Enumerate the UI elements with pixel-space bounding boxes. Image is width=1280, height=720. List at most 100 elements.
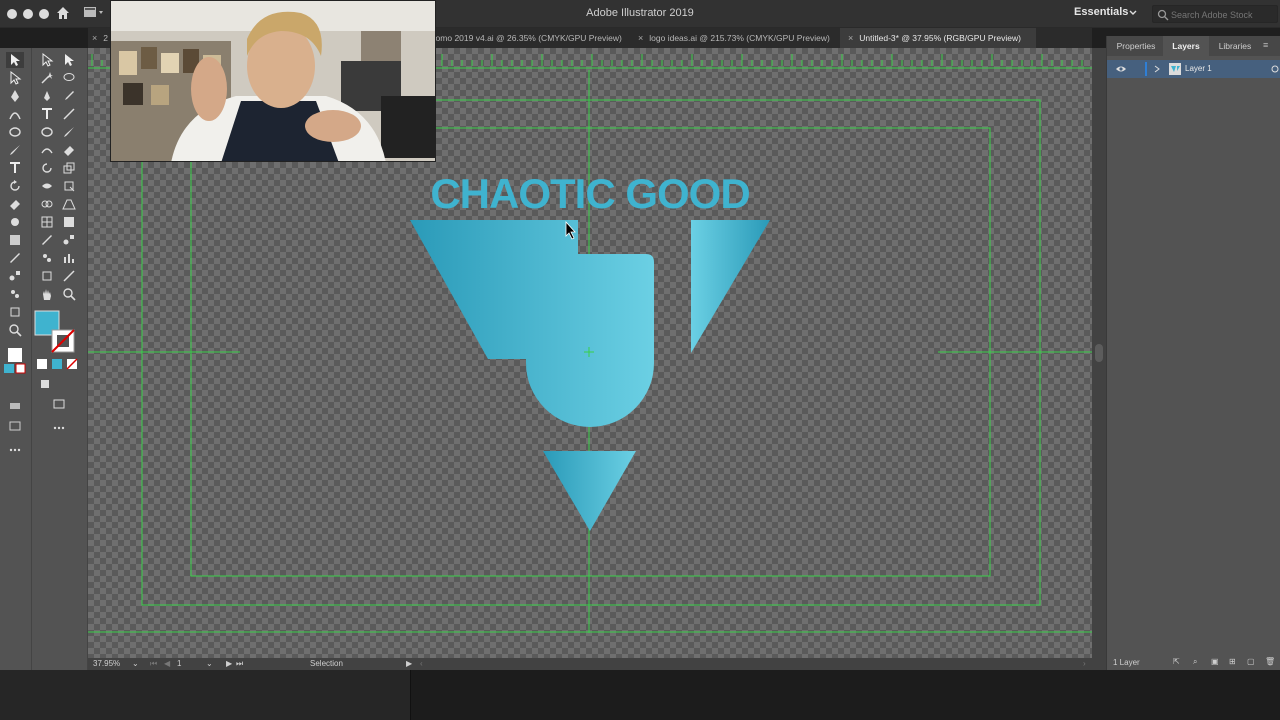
target-icon[interactable] bbox=[1271, 65, 1279, 73]
next-artboard-icon[interactable]: ▶ bbox=[226, 659, 232, 668]
new-sublayer-icon[interactable]: ⊞ bbox=[1229, 657, 1236, 666]
draw-normal-button[interactable] bbox=[36, 376, 54, 392]
eyedropper-tool-2[interactable] bbox=[38, 232, 56, 248]
close-icon[interactable]: × bbox=[638, 33, 643, 43]
tab-libraries[interactable]: Libraries bbox=[1209, 36, 1261, 56]
symbol-sprayer-tool[interactable] bbox=[6, 286, 24, 302]
eye-visibility-icon[interactable] bbox=[1115, 64, 1127, 74]
first-artboard-icon[interactable]: ⏮ bbox=[150, 659, 157, 669]
zoom-tool-2[interactable] bbox=[60, 286, 78, 302]
ellipse-tool[interactable] bbox=[6, 124, 24, 140]
pen-tool[interactable] bbox=[6, 88, 24, 104]
warp-tool[interactable] bbox=[6, 214, 24, 230]
line-tool[interactable] bbox=[60, 106, 78, 122]
vertical-scrollbar[interactable] bbox=[1092, 48, 1106, 658]
selection-tool[interactable] bbox=[6, 52, 24, 68]
logo-right-triangle[interactable] bbox=[691, 220, 770, 353]
blend-tool-2[interactable] bbox=[60, 232, 78, 248]
doc-tab-4-active[interactable]: × Untitled-3* @ 37.95% (RGB/GPU Preview) bbox=[840, 28, 1036, 48]
lasso-tool[interactable] bbox=[60, 70, 78, 86]
edit-toolbar-button[interactable] bbox=[6, 442, 24, 458]
none-mode-button[interactable] bbox=[66, 358, 78, 370]
zoom-dropdown-chevron-icon[interactable]: ⌄ bbox=[132, 659, 139, 668]
zoom-level[interactable]: 37.95% bbox=[93, 659, 120, 668]
logo-wordmark[interactable]: CHAOTIC GOOD bbox=[430, 170, 750, 217]
scroll-thumb[interactable] bbox=[1095, 344, 1103, 362]
screen-mode-button[interactable] bbox=[6, 418, 24, 434]
tab-layers[interactable]: Layers bbox=[1163, 36, 1209, 56]
zoom-tool[interactable] bbox=[6, 322, 24, 338]
more-tools-button[interactable] bbox=[50, 420, 68, 436]
artboard-dropdown-chevron-icon[interactable]: ⌄ bbox=[206, 659, 213, 668]
doc-tab-1[interactable]: × 2 bbox=[92, 28, 110, 48]
blend-tool[interactable] bbox=[6, 268, 24, 284]
paintbrush-tool[interactable] bbox=[6, 142, 24, 158]
mesh-tool[interactable] bbox=[38, 214, 56, 230]
doc-tab-3[interactable]: × logo ideas.ai @ 215.73% (CMYK/GPU Previ… bbox=[638, 28, 843, 48]
slice-tool[interactable] bbox=[60, 268, 78, 284]
shape-builder-tool[interactable] bbox=[38, 196, 56, 212]
magic-wand-tool[interactable] bbox=[38, 70, 56, 86]
artboard-tool[interactable] bbox=[6, 304, 24, 320]
workspace-switcher[interactable]: Essentials bbox=[1074, 6, 1128, 18]
symbol-sprayer-tool-2[interactable] bbox=[38, 250, 56, 266]
pencil-tool[interactable] bbox=[60, 88, 78, 104]
eyedropper-tool[interactable] bbox=[6, 250, 24, 266]
ellipse-tool-2[interactable] bbox=[38, 124, 56, 140]
logo-main-shape[interactable] bbox=[410, 220, 654, 427]
anchor-point-tool[interactable] bbox=[38, 88, 56, 104]
artboard-number[interactable]: 1 bbox=[177, 659, 181, 668]
color-icon bbox=[37, 359, 47, 369]
doc-tab-2[interactable]: promo 2019 v4.ai @ 26.35% (CMYK/GPU Prev… bbox=[428, 28, 628, 48]
paintbrush-tool-2[interactable] bbox=[60, 124, 78, 140]
direct-selection-tool[interactable] bbox=[6, 70, 24, 86]
draw-mode-button[interactable] bbox=[6, 398, 24, 414]
stroke-color-swatch[interactable] bbox=[50, 328, 76, 354]
close-icon[interactable]: × bbox=[92, 33, 97, 43]
selection-tool-2[interactable] bbox=[38, 52, 56, 68]
stock-search-input[interactable] bbox=[1171, 8, 1275, 21]
gradient-tool[interactable] bbox=[6, 232, 24, 248]
status-menu-arrow-icon[interactable]: ▶ bbox=[406, 659, 412, 668]
scale-tool[interactable] bbox=[60, 160, 78, 176]
hand-tool[interactable] bbox=[38, 286, 56, 302]
tab-properties[interactable]: Properties bbox=[1109, 36, 1163, 56]
logo-bottom-triangle[interactable] bbox=[543, 451, 636, 531]
eraser-tool[interactable] bbox=[6, 196, 24, 212]
type-tool-2[interactable] bbox=[38, 106, 56, 122]
expand-arrow-icon[interactable] bbox=[1153, 65, 1161, 73]
rotate-tool[interactable] bbox=[6, 178, 24, 194]
layer-row[interactable]: Layer 1 bbox=[1107, 60, 1280, 78]
gradient-tool-2[interactable] bbox=[60, 214, 78, 230]
previous-artboard-icon[interactable]: ◀ bbox=[164, 659, 170, 668]
locate-object-icon[interactable]: ⌕ bbox=[1193, 657, 1197, 667]
direct-selection-tool-2[interactable] bbox=[60, 52, 78, 68]
hscroll-right-arrow-icon[interactable]: › bbox=[1083, 659, 1086, 668]
shaper-tool[interactable] bbox=[38, 142, 56, 158]
clipping-mask-icon[interactable]: ▣ bbox=[1211, 657, 1219, 666]
color-mode-button[interactable] bbox=[36, 358, 48, 370]
perspective-grid-tool[interactable] bbox=[60, 196, 78, 212]
last-artboard-icon[interactable]: ⏭ bbox=[236, 659, 243, 669]
trash-icon[interactable]: 🗑 bbox=[1265, 657, 1275, 666]
chevron-down-icon[interactable] bbox=[1128, 8, 1138, 18]
new-layer-icon[interactable]: ▢ bbox=[1247, 657, 1255, 666]
width-tool[interactable] bbox=[38, 178, 56, 194]
panel-menu-icon[interactable]: ≡ bbox=[1263, 40, 1268, 50]
pencil-icon bbox=[65, 91, 74, 100]
fill-stroke-mini[interactable] bbox=[2, 346, 28, 374]
close-icon[interactable]: × bbox=[848, 33, 853, 43]
export-icon[interactable]: ⇱ bbox=[1173, 657, 1180, 666]
eraser-tool-2[interactable] bbox=[60, 142, 78, 158]
hscroll-left-arrow-icon[interactable]: ‹ bbox=[420, 659, 423, 668]
layer-name[interactable]: Layer 1 bbox=[1185, 64, 1212, 73]
column-graph-tool[interactable] bbox=[60, 250, 78, 266]
type-tool[interactable] bbox=[6, 160, 24, 176]
rotate-tool-2[interactable] bbox=[38, 160, 56, 176]
adobe-stock-search[interactable] bbox=[1152, 5, 1278, 23]
artboard-tool-2[interactable] bbox=[38, 268, 56, 284]
gradient-mode-button[interactable] bbox=[51, 358, 63, 370]
free-transform-tool[interactable] bbox=[60, 178, 78, 194]
change-screen-mode-button[interactable] bbox=[50, 396, 68, 412]
curvature-tool[interactable] bbox=[6, 106, 24, 122]
